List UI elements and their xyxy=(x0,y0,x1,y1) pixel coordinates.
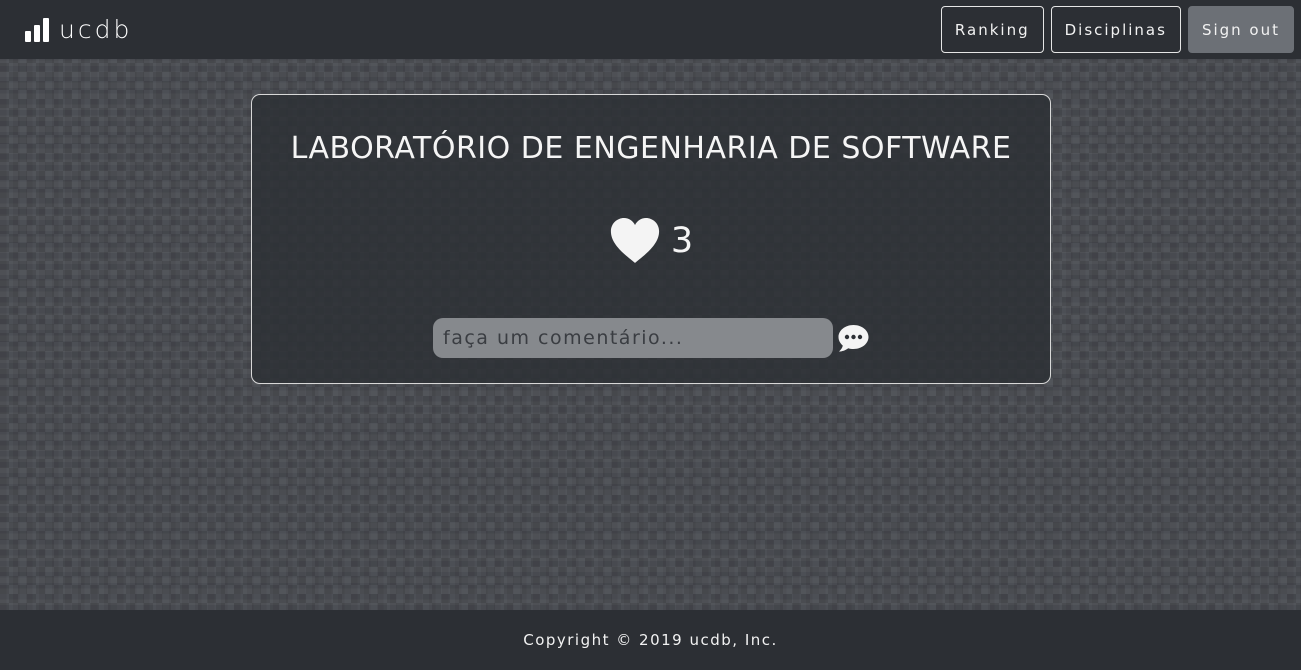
brand-link[interactable]: ucdb xyxy=(25,15,132,44)
bar-chart-icon xyxy=(25,17,49,42)
like-count: 3 xyxy=(670,221,694,261)
sign-out-button[interactable]: Sign out xyxy=(1187,6,1294,53)
footer: Copyright © 2019 ucdb, Inc. xyxy=(0,610,1301,670)
nav-buttons: Ranking Disciplinas Sign out xyxy=(940,6,1294,53)
discipline-title: LABORATÓRIO DE ENGENHARIA DE SOFTWARE xyxy=(290,131,1012,166)
brand-name: ucdb xyxy=(59,15,133,44)
ranking-button[interactable]: Ranking xyxy=(940,6,1044,53)
comment-input[interactable] xyxy=(433,318,833,358)
speech-bubble-icon[interactable] xyxy=(837,323,870,353)
navbar: ucdb Ranking Disciplinas Sign out xyxy=(0,0,1301,59)
discipline-card: LABORATÓRIO DE ENGENHARIA DE SOFTWARE 3 xyxy=(251,94,1051,384)
copyright-text: Copyright © 2019 ucdb, Inc. xyxy=(523,631,778,649)
disciplinas-button[interactable]: Disciplinas xyxy=(1050,6,1181,53)
comment-row xyxy=(433,318,870,358)
likes: 3 xyxy=(252,217,1050,265)
heart-icon[interactable] xyxy=(609,217,661,265)
